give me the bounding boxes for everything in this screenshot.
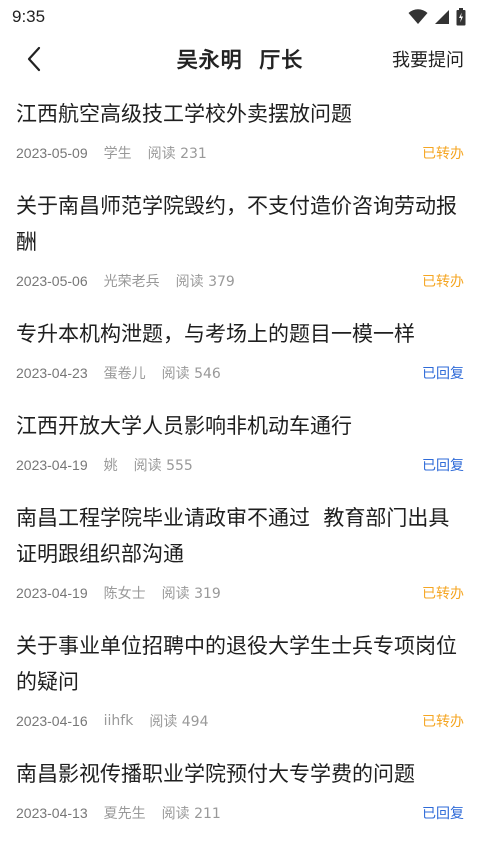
item-meta: 2023-05-09 学生 阅读 231 已转办: [16, 138, 464, 168]
ask-question-button[interactable]: 我要提问: [392, 46, 464, 72]
item-date: 2023-05-06: [16, 273, 88, 289]
item-read-count: 阅读 231: [147, 146, 207, 162]
item-title: 专升本机构泄题，与考场上的题目一模一样: [16, 322, 415, 346]
signal-icon: [435, 10, 449, 24]
item-read-count: 阅读 555: [133, 458, 193, 474]
status-badge: 已回复: [422, 458, 464, 474]
list-item[interactable]: 南昌影视传播职业学院预付大专学费的问题 2023-04-13 夏先生 阅读 21…: [0, 744, 480, 828]
status-badge: 已转办: [422, 274, 464, 290]
status-bar: 9:35: [0, 0, 480, 34]
item-date: 2023-04-16: [16, 713, 88, 729]
status-icons: [408, 8, 466, 26]
wifi-icon: [408, 9, 428, 24]
list-item[interactable]: 江西航空高级技工学校外卖摆放问题 2023-05-09 学生 阅读 231 已转…: [0, 84, 480, 168]
question-list: 江西航空高级技工学校外卖摆放问题 2023-05-09 学生 阅读 231 已转…: [0, 84, 480, 836]
item-date: 2023-05-09: [16, 145, 88, 161]
item-read-count: 阅读 211: [161, 806, 221, 822]
item-title: 南昌影视传播职业学院预付大专学费的问题: [16, 762, 415, 786]
item-read-count: 阅读 319: [161, 586, 221, 602]
status-badge: 已回复: [422, 366, 464, 382]
status-badge: 已转办: [422, 586, 464, 602]
status-badge: 已回复: [422, 806, 464, 822]
item-read-count: 阅读 494: [149, 714, 209, 730]
chevron-left-icon: [27, 46, 41, 72]
item-date: 2023-04-13: [16, 805, 88, 821]
battery-icon: [456, 8, 466, 26]
item-author: iihfk: [103, 713, 134, 729]
status-time: 9:35: [12, 7, 46, 26]
item-title: 关于南昌师范学院毁约，不支付造价咨询劳动报酬: [16, 194, 457, 254]
list-item[interactable]: 关于南昌师范学院毁约，不支付造价咨询劳动报酬 2023-05-06 光荣老兵 阅…: [0, 176, 480, 296]
item-title: 江西航空高级技工学校外卖摆放问题: [16, 102, 352, 126]
list-item[interactable]: 江西开放大学人员影响非机动车通行 2023-04-19 姚 阅读 555 已回复: [0, 396, 480, 480]
item-author: 夏先生: [103, 806, 146, 822]
item-meta: 2023-04-19 姚 阅读 555 已回复: [16, 450, 464, 480]
item-meta: 2023-04-13 夏先生 阅读 211 已回复: [16, 798, 464, 828]
item-date: 2023-04-19: [16, 457, 88, 473]
item-meta: 2023-04-16 iihfk 阅读 494 已转办: [16, 706, 464, 736]
item-title: 江西开放大学人员影响非机动车通行: [16, 414, 352, 438]
item-author: 蛋卷儿: [103, 366, 146, 382]
nav-bar: 吴永明 厅长 我要提问: [0, 34, 480, 84]
item-meta: 2023-05-06 光荣老兵 阅读 379 已转办: [16, 266, 464, 296]
item-meta: 2023-04-23 蛋卷儿 阅读 546 已回复: [16, 358, 464, 388]
item-title: 关于事业单位招聘中的退役大学生士兵专项岗位的疑问: [16, 634, 457, 694]
item-title: 南昌工程学院毕业请政审不通过 教育部门出具证明跟组织部沟通: [16, 506, 450, 566]
status-badge: 已转办: [422, 714, 464, 730]
item-read-count: 阅读 546: [161, 366, 221, 382]
back-button[interactable]: [16, 40, 52, 78]
item-date: 2023-04-23: [16, 365, 88, 381]
item-author: 光荣老兵: [103, 274, 160, 290]
item-author: 姚: [103, 458, 118, 474]
item-read-count: 阅读 379: [175, 274, 235, 290]
list-item[interactable]: 专升本机构泄题，与考场上的题目一模一样 2023-04-23 蛋卷儿 阅读 54…: [0, 304, 480, 388]
item-author: 陈女士: [103, 586, 146, 602]
status-badge: 已转办: [422, 146, 464, 162]
item-author: 学生: [103, 146, 132, 162]
item-date: 2023-04-19: [16, 585, 88, 601]
list-item[interactable]: 关于事业单位招聘中的退役大学生士兵专项岗位的疑问 2023-04-16 iihf…: [0, 616, 480, 736]
item-meta: 2023-04-19 陈女士 阅读 319 已转办: [16, 578, 464, 608]
list-item[interactable]: 南昌工程学院毕业请政审不通过 教育部门出具证明跟组织部沟通 2023-04-19…: [0, 488, 480, 608]
